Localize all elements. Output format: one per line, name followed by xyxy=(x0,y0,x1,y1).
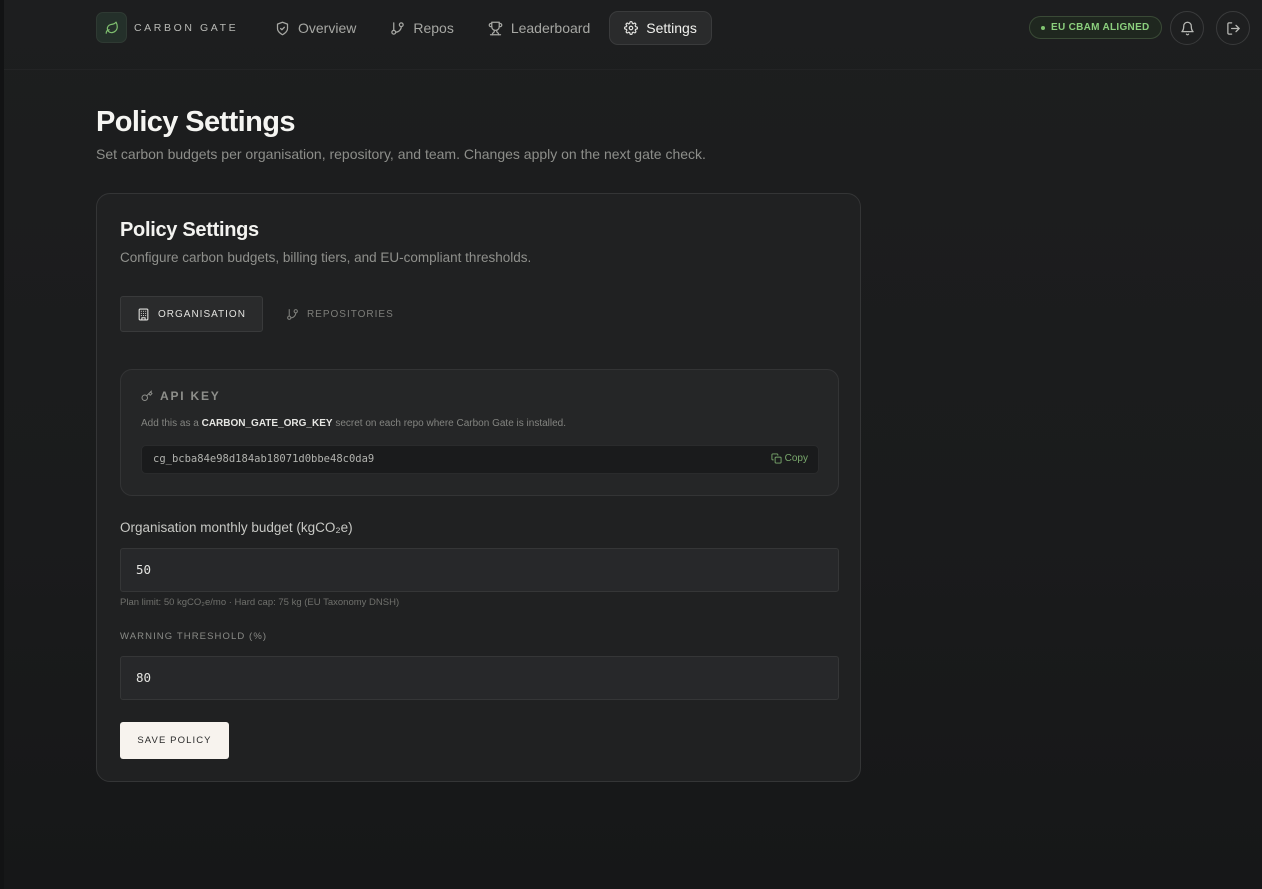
top-navigation-bar: CARBON GATE Overview Repos Leaderboard S… xyxy=(4,0,1262,70)
trophy-icon xyxy=(488,21,503,35)
nav-item-label: Settings xyxy=(646,20,697,36)
nav-item-overview[interactable]: Overview xyxy=(260,11,371,45)
api-key-value[interactable]: cg_bcba84e98d184ab18071d0bbe48c0da9 xyxy=(153,453,374,465)
copy-label: Copy xyxy=(784,453,808,464)
save-policy-button[interactable]: SAVE POLICY xyxy=(120,722,229,759)
card-title: Policy Settings xyxy=(120,219,259,241)
budget-input[interactable]: 50 xyxy=(120,548,839,592)
gear-icon xyxy=(624,21,639,35)
status-dot-icon xyxy=(1041,25,1045,30)
card-subtitle: Configure carbon budgets, billing tiers,… xyxy=(120,250,532,265)
nav-item-label: Leaderboard xyxy=(510,20,591,36)
nav-item-label: Overview xyxy=(298,20,357,36)
copy-icon xyxy=(771,453,782,464)
shield-check-icon xyxy=(276,21,289,35)
api-key-desc-prefix: Add this as a xyxy=(141,418,199,429)
threshold-label: WARNING THRESHOLD (%) xyxy=(120,631,268,642)
tab-label: ORGANISATION xyxy=(158,308,246,320)
git-branch-icon xyxy=(287,308,298,320)
compliance-badge: EU CBAM ALIGNED xyxy=(1029,16,1162,39)
threshold-input[interactable]: 80 xyxy=(120,656,839,700)
api-key-heading: API KEY xyxy=(141,389,221,403)
main-nav: Overview Repos Leaderboard Settings xyxy=(260,11,712,45)
bell-icon xyxy=(1180,21,1194,35)
policy-tabs: ORGANISATION REPOSITORIES xyxy=(120,296,411,332)
tab-label: REPOSITORIES xyxy=(306,308,394,320)
compliance-badge-label: EU CBAM ALIGNED xyxy=(1051,22,1150,33)
key-icon xyxy=(141,390,153,401)
nav-item-label: Repos xyxy=(413,20,454,36)
api-key-panel: API KEY Add this as a CARBON_GATE_ORG_KE… xyxy=(120,369,839,496)
api-key-desc-suffix: secret on each repo where Carbon Gate is… xyxy=(335,418,567,429)
app-shell: CARBON GATE Overview Repos Leaderboard S… xyxy=(4,0,1262,889)
page-title: Policy Settings xyxy=(96,106,295,138)
api-key-field[interactable]: cg_bcba84e98d184ab18071d0bbe48c0da9 Copy xyxy=(141,445,819,474)
building-icon xyxy=(138,308,149,320)
page-subtitle: Set carbon budgets per organisation, rep… xyxy=(96,146,706,162)
notifications-button[interactable] xyxy=(1170,11,1204,45)
git-branch-icon xyxy=(391,21,405,35)
budget-label: Organisation monthly budget (kgCO₂e) xyxy=(120,520,353,535)
api-key-heading-label: API KEY xyxy=(160,389,221,403)
policy-settings-card: Policy Settings Configure carbon budgets… xyxy=(96,193,861,782)
nav-item-repos[interactable]: Repos xyxy=(375,11,468,45)
brand[interactable]: CARBON GATE xyxy=(96,12,238,43)
copy-button[interactable]: Copy xyxy=(771,453,808,464)
api-key-description: Add this as a CARBON_GATE_ORG_KEY secret… xyxy=(141,418,566,429)
logout-icon xyxy=(1226,21,1240,35)
nav-item-settings[interactable]: Settings xyxy=(609,11,712,45)
nav-item-leaderboard[interactable]: Leaderboard xyxy=(473,11,605,45)
secret-name: CARBON_GATE_ORG_KEY xyxy=(201,418,333,429)
budget-hint: Plan limit: 50 kgCO₂e/mo · Hard cap: 75 … xyxy=(120,597,400,608)
tab-organisation[interactable]: ORGANISATION xyxy=(120,296,263,332)
logout-button[interactable] xyxy=(1216,11,1250,45)
tab-repositories[interactable]: REPOSITORIES xyxy=(269,296,411,332)
brand-name: CARBON GATE xyxy=(134,21,239,34)
leaf-icon xyxy=(96,12,127,43)
